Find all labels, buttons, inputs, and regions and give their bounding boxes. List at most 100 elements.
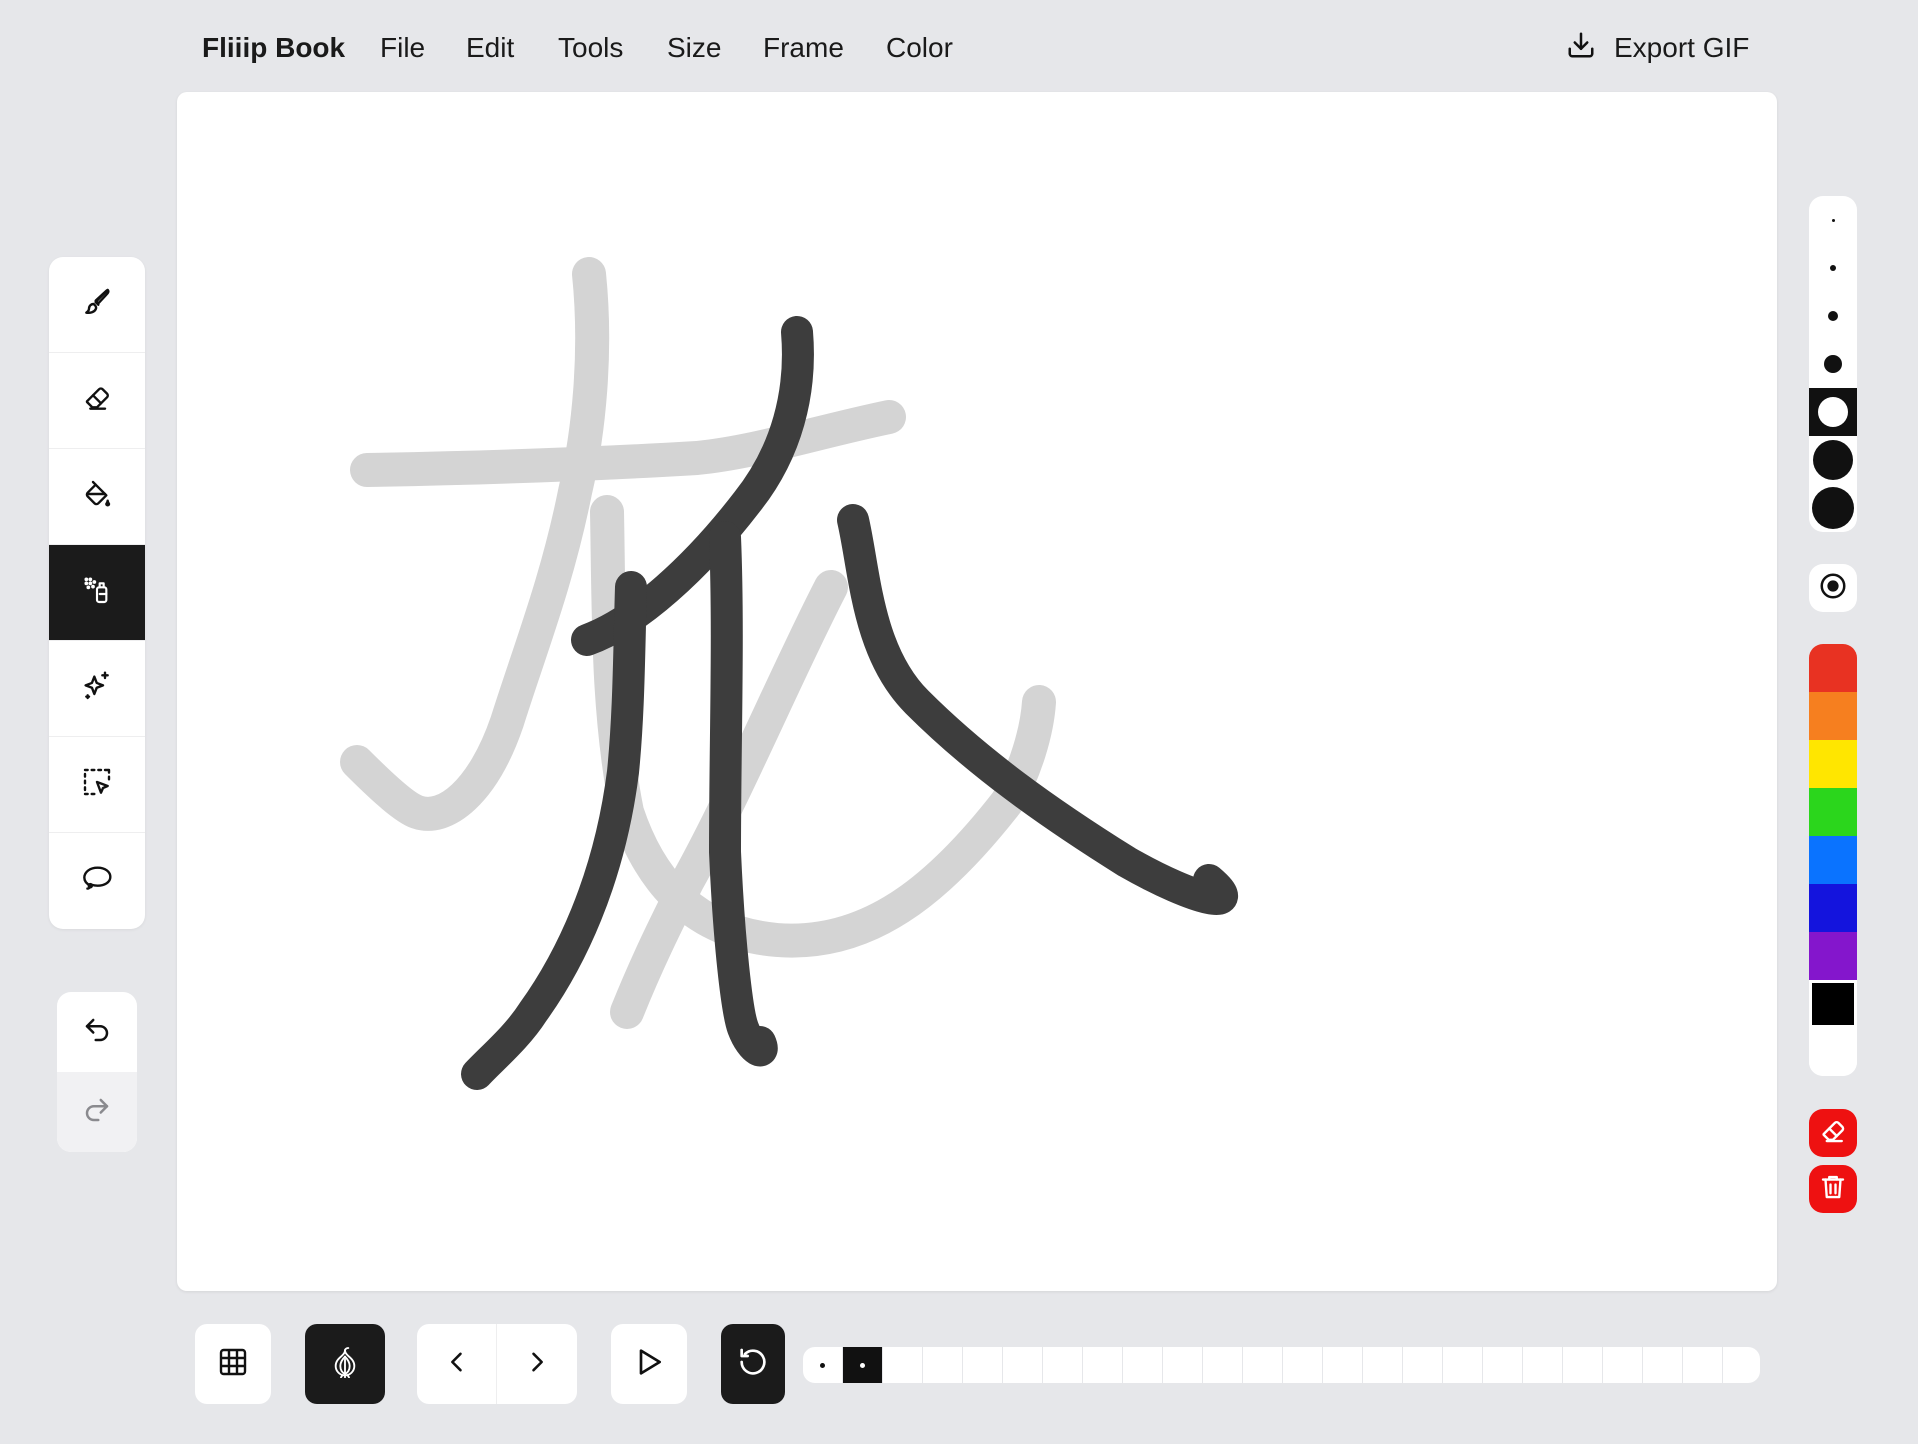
brush-size-6[interactable] bbox=[1809, 436, 1857, 484]
onion-skin-button[interactable] bbox=[305, 1324, 385, 1404]
color-white[interactable] bbox=[1809, 1028, 1857, 1076]
play-button[interactable] bbox=[611, 1324, 687, 1404]
timeline-frame-5[interactable] bbox=[963, 1347, 1003, 1383]
clear-frame-button[interactable] bbox=[1809, 1109, 1857, 1157]
opacity-button[interactable] bbox=[1809, 564, 1857, 612]
timeline-frame-12[interactable] bbox=[1243, 1347, 1283, 1383]
menu-file[interactable]: File bbox=[380, 30, 425, 66]
timeline-frame-24[interactable] bbox=[1723, 1347, 1760, 1383]
spray-can-icon bbox=[81, 574, 113, 611]
tool-select[interactable] bbox=[49, 737, 145, 833]
timeline-frame-15[interactable] bbox=[1363, 1347, 1403, 1383]
brush-size-3[interactable] bbox=[1809, 292, 1857, 340]
brush-size-picker bbox=[1809, 196, 1857, 532]
color-orange[interactable] bbox=[1809, 692, 1857, 740]
previous-frame-button[interactable] bbox=[417, 1324, 497, 1404]
redo-icon bbox=[82, 1095, 112, 1130]
lasso-icon bbox=[81, 863, 113, 900]
grid-icon bbox=[217, 1346, 249, 1383]
timeline-frame-4[interactable] bbox=[923, 1347, 963, 1383]
tool-spray[interactable] bbox=[49, 545, 145, 641]
redo-button[interactable] bbox=[57, 1072, 137, 1152]
size-dot bbox=[1824, 355, 1842, 373]
timeline-frame-8[interactable] bbox=[1083, 1347, 1123, 1383]
color-purple[interactable] bbox=[1809, 932, 1857, 980]
drawing-canvas[interactable] bbox=[177, 92, 1777, 1291]
undo-button[interactable] bbox=[57, 992, 137, 1072]
trash-icon bbox=[1818, 1172, 1848, 1207]
loop-button[interactable] bbox=[721, 1324, 785, 1404]
timeline-frame-21[interactable] bbox=[1603, 1347, 1643, 1383]
menu-size[interactable]: Size bbox=[667, 30, 721, 66]
menu-edit[interactable]: Edit bbox=[466, 30, 514, 66]
timeline-frame-6[interactable] bbox=[1003, 1347, 1043, 1383]
selection-icon bbox=[81, 766, 113, 803]
frame-content-dot bbox=[820, 1362, 825, 1368]
onion-skin-icon bbox=[329, 1346, 361, 1383]
timeline-frame-23[interactable] bbox=[1683, 1347, 1723, 1383]
tool-lasso[interactable] bbox=[49, 833, 145, 929]
brush-size-1[interactable] bbox=[1809, 196, 1857, 244]
color-black-selected[interactable] bbox=[1809, 980, 1857, 1028]
tool-fill[interactable] bbox=[49, 449, 145, 545]
frame-content-dot bbox=[860, 1362, 865, 1368]
timeline-frame-17[interactable] bbox=[1443, 1347, 1483, 1383]
export-gif-label: Export GIF bbox=[1614, 32, 1750, 63]
brush-size-5[interactable] bbox=[1809, 388, 1857, 436]
color-red[interactable] bbox=[1809, 644, 1857, 692]
app-name[interactable]: Fliiip Book bbox=[202, 30, 345, 66]
size-dot bbox=[1831, 218, 1835, 222]
timeline-frame-19[interactable] bbox=[1523, 1347, 1563, 1383]
brush-size-2[interactable] bbox=[1809, 244, 1857, 292]
tool-eraser[interactable] bbox=[49, 353, 145, 449]
color-blue[interactable] bbox=[1809, 836, 1857, 884]
color-yellow[interactable] bbox=[1809, 740, 1857, 788]
timeline-frame-3[interactable] bbox=[883, 1347, 923, 1383]
color-indigo[interactable] bbox=[1809, 884, 1857, 932]
play-icon bbox=[633, 1346, 665, 1383]
timeline-frame-11[interactable] bbox=[1203, 1347, 1243, 1383]
timeline-frame-9[interactable] bbox=[1123, 1347, 1163, 1383]
size-dot bbox=[1813, 440, 1853, 480]
next-frame-button[interactable] bbox=[497, 1324, 577, 1404]
brush-size-7[interactable] bbox=[1809, 484, 1857, 532]
eraser-icon bbox=[81, 382, 113, 419]
timeline-frame-20[interactable] bbox=[1563, 1347, 1603, 1383]
timeline-frame-22[interactable] bbox=[1643, 1347, 1683, 1383]
canvas-drawing bbox=[340, 257, 1238, 1090]
timeline-frame-18[interactable] bbox=[1483, 1347, 1523, 1383]
frame-timeline bbox=[803, 1347, 1760, 1383]
chevron-right-icon bbox=[523, 1348, 551, 1381]
size-dot bbox=[1812, 487, 1854, 529]
timeline-frame-10[interactable] bbox=[1163, 1347, 1203, 1383]
menu-tools[interactable]: Tools bbox=[558, 30, 623, 66]
delete-frame-button[interactable] bbox=[1809, 1165, 1857, 1213]
undo-icon bbox=[82, 1015, 112, 1050]
tool-palette bbox=[49, 257, 145, 929]
size-dot bbox=[1828, 311, 1838, 321]
export-gif-button[interactable]: Export GIF bbox=[1566, 30, 1749, 66]
menu-frame[interactable]: Frame bbox=[763, 30, 844, 66]
timeline-frame-13[interactable] bbox=[1283, 1347, 1323, 1383]
frame-navigation bbox=[417, 1324, 577, 1404]
history-controls bbox=[57, 992, 137, 1152]
timeline-frame-7[interactable] bbox=[1043, 1347, 1083, 1383]
timeline-frame-14[interactable] bbox=[1323, 1347, 1363, 1383]
color-green[interactable] bbox=[1809, 788, 1857, 836]
tool-brush[interactable] bbox=[49, 257, 145, 353]
menu-color[interactable]: Color bbox=[886, 30, 953, 66]
brush-size-4[interactable] bbox=[1809, 340, 1857, 388]
size-dot bbox=[1818, 397, 1848, 427]
brush-icon bbox=[81, 286, 113, 323]
timeline-frame-16[interactable] bbox=[1403, 1347, 1443, 1383]
timeline-frame-1[interactable] bbox=[803, 1347, 843, 1383]
loop-icon bbox=[737, 1346, 769, 1383]
size-dot bbox=[1830, 265, 1836, 271]
grid-button[interactable] bbox=[195, 1324, 271, 1404]
menu-bar: Fliiip Book File Edit Tools Size Frame C… bbox=[0, 0, 1918, 92]
download-icon bbox=[1566, 30, 1596, 67]
onion-skin-strokes bbox=[340, 257, 1056, 1029]
tool-sparkle[interactable] bbox=[49, 641, 145, 737]
timeline-frame-2[interactable] bbox=[843, 1347, 883, 1383]
paint-bucket-icon bbox=[81, 478, 113, 515]
